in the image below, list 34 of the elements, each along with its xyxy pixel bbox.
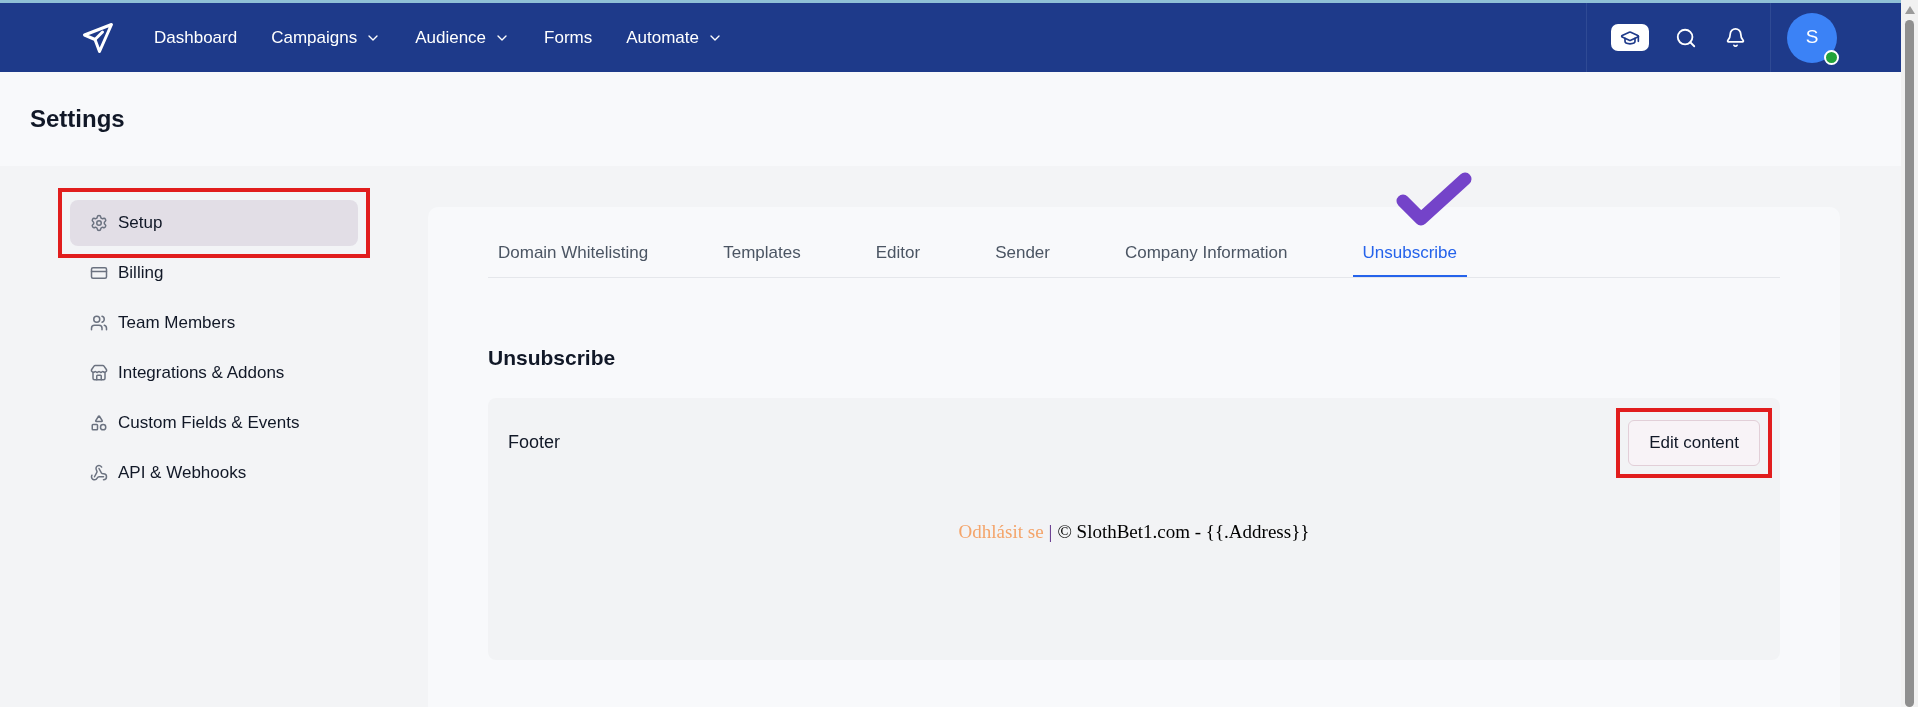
storefront-icon — [90, 364, 108, 382]
tab[interactable]: Unsubscribe — [1352, 231, 1467, 277]
tab[interactable]: Sender — [985, 231, 1060, 277]
nav-link[interactable]: Forms — [544, 24, 593, 51]
page-title: Settings — [30, 104, 125, 134]
edit-content-button[interactable]: Edit content — [1628, 419, 1760, 466]
tab[interactable]: Domain Whitelisting — [488, 231, 659, 277]
user-avatar[interactable]: S — [1787, 12, 1837, 63]
nav-link[interactable]: Audience — [415, 24, 511, 51]
copyright-text: © SlothBet1.com - {{.Address}} — [1057, 519, 1310, 544]
sidebar-item[interactable]: Setup — [70, 200, 358, 246]
bell-icon[interactable] — [1725, 27, 1746, 48]
nav-link[interactable]: Campaigns — [271, 24, 382, 51]
nav-link[interactable]: Dashboard — [154, 24, 238, 51]
gear-icon — [90, 214, 108, 232]
tab[interactable]: Company Information — [1114, 231, 1298, 277]
separator-text: | — [1048, 519, 1053, 544]
sidebar-item[interactable]: Team Members — [70, 300, 358, 346]
people-icon — [90, 314, 108, 332]
sidebar-item[interactable]: Custom Fields & Events — [70, 400, 358, 446]
graduation-cap-button[interactable] — [1611, 24, 1649, 51]
credit-card-icon — [90, 264, 108, 282]
scrollbar-thumb[interactable] — [1905, 19, 1914, 707]
search-icon[interactable] — [1675, 26, 1697, 49]
sidebar-item[interactable]: Billing — [70, 250, 358, 296]
webhook-icon — [90, 464, 108, 482]
nav-link[interactable]: Automate — [626, 24, 723, 51]
section-title: Unsubscribe — [488, 345, 617, 371]
footer-label: Footer — [508, 431, 561, 454]
tab[interactable]: Editor — [865, 231, 931, 277]
sidebar-item[interactable]: API & Webhooks — [70, 450, 358, 496]
tab[interactable]: Templates — [713, 231, 811, 277]
shapes-icon — [90, 414, 108, 432]
sidebar-item[interactable]: Integrations & Addons — [70, 350, 358, 396]
